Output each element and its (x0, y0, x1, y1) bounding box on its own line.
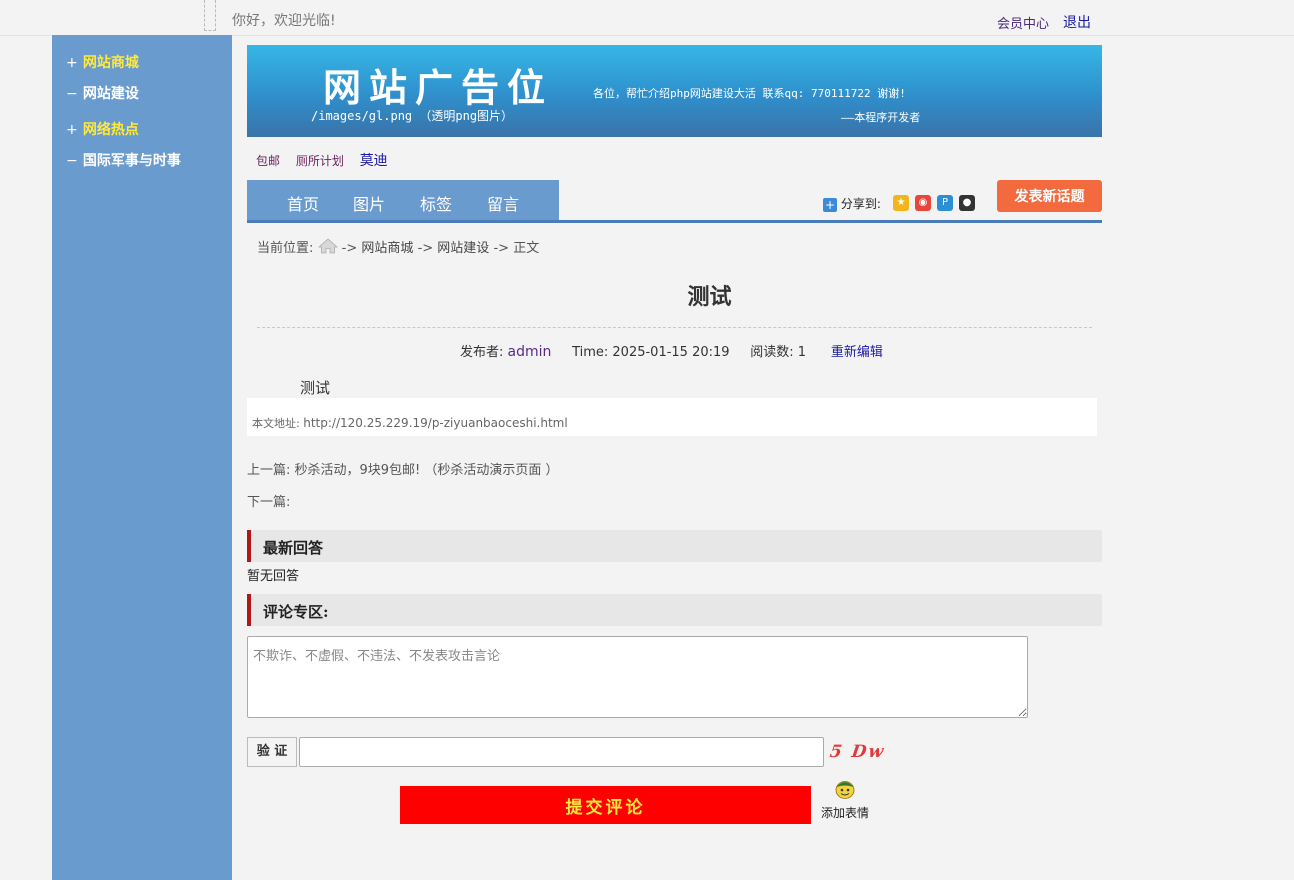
sidebar-item-label: 国际军事与时事 (82, 153, 181, 169)
share-bar: + 分享到: (823, 195, 881, 212)
banner-developer: ——本程序开发者 (841, 111, 921, 124)
nav-tags[interactable]: 标签 (420, 191, 452, 215)
logout-link[interactable]: 退出 (1063, 12, 1091, 32)
latest-replies-header: 最新回答 (247, 530, 1102, 562)
breadcrumb-sep: -> (493, 241, 510, 256)
member-center-link[interactable]: 会员中心 (997, 13, 1049, 32)
home-icon[interactable] (317, 238, 338, 254)
tag-list: 包邮 厕所计划 莫迪 (256, 150, 400, 170)
breadcrumb-sep: -> (341, 241, 358, 256)
section-title: 最新回答 (263, 539, 324, 557)
breadcrumb-sep: -> (417, 241, 434, 256)
qzone-share-icon[interactable]: ★ (893, 195, 909, 211)
sidebar-item-military[interactable]: − 国际军事与时事 (66, 150, 181, 170)
breadcrumb: 当前位置: -> 网站商城 -> 网站建设 -> 正文 (257, 237, 539, 256)
tencent-weibo-share-icon[interactable]: P (937, 195, 953, 211)
breadcrumb-site-building[interactable]: 网站建设 (437, 241, 489, 256)
re-edit-link[interactable]: 重新编辑 (831, 345, 883, 360)
nav-home[interactable]: 首页 (287, 191, 319, 215)
comment-textarea[interactable] (247, 636, 1028, 718)
top-divider (204, 0, 216, 31)
add-emoji-label: 添加表情 (821, 806, 870, 820)
author-name[interactable]: admin (508, 344, 552, 360)
article-body: 测试 (300, 379, 331, 397)
publish-time: Time: 2025-01-15 20:19 (572, 345, 730, 360)
weibo-share-icon[interactable]: ◉ (915, 195, 931, 211)
nav-guestbook[interactable]: 留言 (487, 191, 519, 215)
new-topic-button[interactable]: 发表新话题 (997, 180, 1102, 212)
ad-banner[interactable]: 网站广告位 /images/gl.png （透明png图片） 各位，帮忙介绍ph… (247, 45, 1102, 137)
sidebar-item-label: 网站商城 (82, 55, 139, 71)
sidebar: + 网站商城 − 网站建设 + 网络热点 − 国际军事与时事 (52, 35, 232, 880)
article-url[interactable]: 本文地址: http://120.25.229.19/p-ziyuanbaoce… (252, 415, 568, 431)
share-label: 分享到: (840, 197, 881, 211)
article-url-box: 本文地址: http://120.25.229.19/p-ziyuanbaoce… (247, 398, 1097, 436)
collapse-icon: − (66, 86, 78, 102)
nav-underline (247, 220, 1102, 223)
main-nav: 首页 图片 标签 留言 (247, 180, 559, 220)
verify-label: 验 证 (247, 737, 297, 767)
sidebar-item-site-building[interactable]: − 网站建设 (66, 83, 139, 103)
qq-share-icon[interactable]: ● (959, 195, 975, 211)
next-article-link: 下一篇: (247, 495, 291, 510)
nav-images[interactable]: 图片 (353, 191, 385, 215)
author-label: 发布者: (460, 345, 504, 360)
article-title: 测试 (687, 285, 732, 310)
sidebar-item-label: 网站建设 (82, 86, 139, 102)
tag-link[interactable]: 莫迪 (360, 153, 388, 169)
share-plus-icon[interactable]: + (823, 197, 837, 212)
tag-link[interactable]: 厕所计划 (296, 154, 344, 168)
expand-icon: + (66, 55, 78, 71)
url-value: http://120.25.229.19/p-ziyuanbaoceshi.ht… (303, 416, 568, 430)
banner-path: /images/gl.png （透明png图片） (311, 109, 514, 123)
captcha-image[interactable]: 5 Dw (829, 742, 887, 762)
add-emoji-button[interactable]: 添加表情 (821, 778, 869, 821)
reads-count: 1 (797, 345, 807, 360)
expand-icon: + (66, 122, 78, 138)
section-title: 评论专区: (263, 603, 329, 621)
breadcrumb-mall[interactable]: 网站商城 (361, 241, 413, 256)
banner-message: 各位，帮忙介绍php网站建设大活 联系qq: 770111722 谢谢! (593, 87, 906, 100)
reads-label: 阅读数: (750, 345, 794, 360)
sidebar-item-label: 网络热点 (82, 122, 139, 138)
tag-link[interactable]: 包邮 (256, 154, 280, 168)
sidebar-item-mall[interactable]: + 网站商城 (66, 52, 139, 72)
banner-title: 网站广告位 (323, 65, 554, 110)
title-divider (257, 327, 1092, 328)
url-label: 本文地址: (252, 417, 300, 430)
welcome-text: 你好，欢迎光临! (232, 13, 336, 29)
prev-article-link[interactable]: 上一篇: 秒杀活动，9块9包邮! （秒杀活动演示页面 ） (247, 459, 559, 478)
emoji-face-icon (835, 781, 855, 799)
no-replies-text: 暂无回答 (247, 569, 300, 584)
comment-section-header: 评论专区: (247, 594, 1102, 626)
submit-comment-button[interactable]: 提交评论 (400, 786, 811, 824)
breadcrumb-current: 正文 (513, 241, 540, 256)
article-meta: 发布者: admin Time: 2025-01-15 20:19 阅读数: 1… (460, 341, 883, 360)
collapse-icon: − (66, 153, 78, 169)
breadcrumb-prefix: 当前位置: (257, 241, 314, 256)
sidebar-item-hot[interactable]: + 网络热点 (66, 119, 139, 139)
top-bar: 你好，欢迎光临! 会员中心 退出 (0, 0, 1294, 36)
captcha-input[interactable] (299, 737, 824, 767)
